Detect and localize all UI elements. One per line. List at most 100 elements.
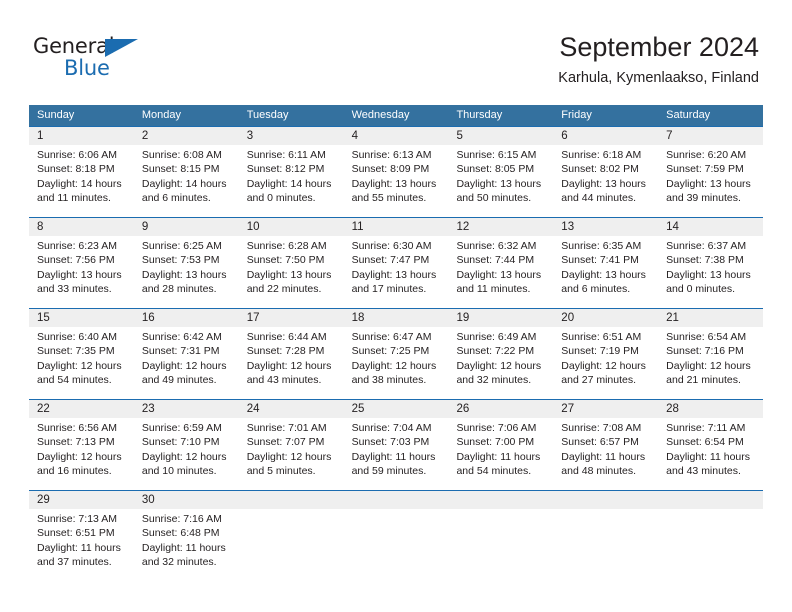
daylight-text-line1: Daylight: 13 hours bbox=[666, 268, 751, 281]
day-number: 17 bbox=[246, 312, 260, 324]
sunrise-text: Sunrise: 6:44 AM bbox=[246, 331, 327, 343]
daylight-text-line1: Daylight: 13 hours bbox=[561, 268, 646, 281]
day-cell[interactable]: 11 Sunrise: 6:30 AM Sunset: 7:47 PM Dayl… bbox=[344, 218, 449, 308]
day-cell[interactable]: 8 Sunrise: 6:23 AM Sunset: 7:56 PM Dayli… bbox=[29, 218, 134, 308]
daylight-text-line1: Daylight: 13 hours bbox=[37, 268, 122, 281]
sunset-text: Sunset: 8:18 PM bbox=[37, 163, 115, 176]
sunrise-text: Sunrise: 6:49 AM bbox=[456, 331, 537, 343]
daylight-text-line2: and 0 minutes. bbox=[666, 283, 736, 296]
day-cell[interactable]: 2 Sunrise: 6:08 AM Sunset: 8:15 PM Dayli… bbox=[134, 127, 239, 217]
day-cell[interactable]: 23 Sunrise: 6:59 AM Sunset: 7:10 PM Dayl… bbox=[134, 400, 239, 490]
day-cell[interactable]: 22 Sunrise: 6:56 AM Sunset: 7:13 PM Dayl… bbox=[29, 400, 134, 490]
week-row: 22 Sunrise: 6:56 AM Sunset: 7:13 PM Dayl… bbox=[29, 399, 763, 490]
sunrise-text: Sunrise: 6:11 AM bbox=[246, 149, 326, 161]
sunrise-text: Sunrise: 6:59 AM bbox=[141, 422, 222, 434]
day-number: 23 bbox=[141, 403, 155, 415]
day-info: Sunrise: 6:06 AM Sunset: 8:18 PM Dayligh… bbox=[37, 148, 130, 206]
day-number: 3 bbox=[246, 130, 254, 142]
sunset-text: Sunset: 8:09 PM bbox=[351, 163, 430, 176]
day-info: Sunrise: 6:54 AM Sunset: 7:16 PM Dayligh… bbox=[666, 330, 759, 388]
day-cell[interactable]: 12 Sunrise: 6:32 AM Sunset: 7:44 PM Dayl… bbox=[448, 218, 553, 308]
day-number: 24 bbox=[246, 403, 260, 415]
day-number: 13 bbox=[561, 221, 575, 233]
day-cell[interactable]: 9 Sunrise: 6:25 AM Sunset: 7:53 PM Dayli… bbox=[134, 218, 239, 308]
day-cell[interactable]: 29 Sunrise: 7:13 AM Sunset: 6:51 PM Dayl… bbox=[29, 491, 134, 581]
day-number: 1 bbox=[37, 130, 44, 142]
daylight-text-line1: Daylight: 12 hours bbox=[37, 450, 122, 463]
daylight-text-line2: and 43 minutes. bbox=[246, 374, 322, 387]
daylight-text-line2: and 10 minutes. bbox=[141, 465, 217, 478]
sunrise-text: Sunrise: 6:13 AM bbox=[351, 149, 432, 161]
day-cell[interactable]: 6 Sunrise: 6:18 AM Sunset: 8:02 PM Dayli… bbox=[553, 127, 658, 217]
day-cell[interactable]: 24 Sunrise: 7:01 AM Sunset: 7:07 PM Dayl… bbox=[239, 400, 344, 490]
day-number: 28 bbox=[666, 403, 679, 415]
daylight-text-line1: Daylight: 12 hours bbox=[456, 359, 542, 372]
day-cell[interactable]: 3 Sunrise: 6:11 AM Sunset: 8:12 PM Dayli… bbox=[239, 127, 344, 217]
day-cell[interactable]: 18 Sunrise: 6:47 AM Sunset: 7:25 PM Dayl… bbox=[344, 309, 449, 399]
sunrise-text: Sunrise: 7:06 AM bbox=[456, 422, 537, 434]
daylight-text-line2: and 28 minutes. bbox=[141, 283, 217, 296]
sunrise-text: Sunrise: 7:13 AM bbox=[37, 513, 117, 525]
daylight-text-line1: Daylight: 12 hours bbox=[141, 450, 227, 463]
sunrise-text: Sunrise: 6:23 AM bbox=[37, 240, 117, 252]
daylight-text-line1: Daylight: 11 hours bbox=[561, 450, 646, 463]
day-cell[interactable]: 15 Sunrise: 6:40 AM Sunset: 7:35 PM Dayl… bbox=[29, 309, 134, 399]
day-info: Sunrise: 6:15 AM Sunset: 8:05 PM Dayligh… bbox=[456, 148, 549, 206]
day-cell[interactable]: 26 Sunrise: 7:06 AM Sunset: 7:00 PM Dayl… bbox=[448, 400, 553, 490]
day-number: 26 bbox=[456, 403, 470, 415]
day-cell-empty bbox=[553, 491, 658, 581]
day-info: Sunrise: 6:49 AM Sunset: 7:22 PM Dayligh… bbox=[456, 330, 549, 388]
sunset-text: Sunset: 6:57 PM bbox=[561, 436, 639, 449]
sunrise-text: Sunrise: 6:40 AM bbox=[37, 331, 117, 343]
day-cell[interactable]: 30 Sunrise: 7:16 AM Sunset: 6:48 PM Dayl… bbox=[134, 491, 239, 581]
day-info: Sunrise: 6:35 AM Sunset: 7:41 PM Dayligh… bbox=[561, 239, 654, 297]
day-cell[interactable]: 27 Sunrise: 7:08 AM Sunset: 6:57 PM Dayl… bbox=[553, 400, 658, 490]
day-cell[interactable]: 20 Sunrise: 6:51 AM Sunset: 7:19 PM Dayl… bbox=[553, 309, 658, 399]
day-cell[interactable]: 4 Sunrise: 6:13 AM Sunset: 8:09 PM Dayli… bbox=[344, 127, 449, 217]
daylight-text-line1: Daylight: 11 hours bbox=[37, 541, 121, 554]
day-cell[interactable]: 16 Sunrise: 6:42 AM Sunset: 7:31 PM Dayl… bbox=[134, 309, 239, 399]
day-info: Sunrise: 7:13 AM Sunset: 6:51 PM Dayligh… bbox=[37, 512, 130, 570]
daylight-text-line1: Daylight: 14 hours bbox=[37, 177, 122, 190]
title-block: September 2024 Karhula, Kymenlaakso, Fin… bbox=[558, 30, 759, 88]
day-number: 11 bbox=[351, 221, 364, 233]
day-info: Sunrise: 7:01 AM Sunset: 7:07 PM Dayligh… bbox=[247, 421, 340, 479]
sunset-text: Sunset: 7:53 PM bbox=[141, 254, 220, 267]
daylight-text-line2: and 54 minutes. bbox=[37, 374, 112, 387]
weekday-header-wednesday: Wednesday bbox=[351, 109, 410, 121]
day-cell[interactable]: 25 Sunrise: 7:04 AM Sunset: 7:03 PM Dayl… bbox=[344, 400, 449, 490]
daylight-text-line2: and 59 minutes. bbox=[351, 465, 427, 478]
day-cell[interactable]: 28 Sunrise: 7:11 AM Sunset: 6:54 PM Dayl… bbox=[658, 400, 763, 490]
sunset-text: Sunset: 8:12 PM bbox=[246, 163, 325, 176]
day-cell[interactable]: 13 Sunrise: 6:35 AM Sunset: 7:41 PM Dayl… bbox=[553, 218, 658, 308]
day-info: Sunrise: 6:56 AM Sunset: 7:13 PM Dayligh… bbox=[37, 421, 130, 479]
daylight-text-line2: and 39 minutes. bbox=[666, 192, 741, 205]
daylight-text-line2: and 43 minutes. bbox=[666, 465, 741, 478]
sunset-text: Sunset: 7:56 PM bbox=[37, 254, 115, 267]
day-info: Sunrise: 6:37 AM Sunset: 7:38 PM Dayligh… bbox=[666, 239, 759, 297]
day-cell[interactable]: 5 Sunrise: 6:15 AM Sunset: 8:05 PM Dayli… bbox=[448, 127, 553, 217]
daylight-text-line2: and 48 minutes. bbox=[561, 465, 637, 478]
sunrise-text: Sunrise: 7:11 AM bbox=[666, 422, 746, 434]
day-number: 12 bbox=[456, 221, 470, 233]
general-blue-logo[interactable]: General Blue bbox=[33, 36, 163, 82]
sunrise-text: Sunrise: 6:54 AM bbox=[666, 331, 747, 343]
day-cell[interactable]: 19 Sunrise: 6:49 AM Sunset: 7:22 PM Dayl… bbox=[448, 309, 553, 399]
day-cell[interactable]: 10 Sunrise: 6:28 AM Sunset: 7:50 PM Dayl… bbox=[239, 218, 344, 308]
day-number: 21 bbox=[666, 312, 679, 324]
day-cell[interactable]: 14 Sunrise: 6:37 AM Sunset: 7:38 PM Dayl… bbox=[658, 218, 763, 308]
sunrise-text: Sunrise: 6:25 AM bbox=[141, 240, 222, 252]
daylight-text-line1: Daylight: 13 hours bbox=[456, 177, 542, 190]
day-cell[interactable]: 21 Sunrise: 6:54 AM Sunset: 7:16 PM Dayl… bbox=[658, 309, 763, 399]
day-number: 7 bbox=[666, 130, 673, 142]
daylight-text-line1: Daylight: 13 hours bbox=[246, 268, 332, 281]
day-cell[interactable]: 1 Sunrise: 6:06 AM Sunset: 8:18 PM Dayli… bbox=[29, 127, 134, 217]
page-subtitle-location: Karhula, Kymenlaakso, Finland bbox=[558, 70, 759, 86]
day-number: 10 bbox=[246, 221, 260, 233]
daylight-text-line1: Daylight: 11 hours bbox=[351, 450, 436, 463]
daylight-text-line1: Daylight: 14 hours bbox=[141, 177, 227, 190]
day-cell[interactable]: 7 Sunrise: 6:20 AM Sunset: 7:59 PM Dayli… bbox=[658, 127, 763, 217]
day-cell[interactable]: 17 Sunrise: 6:44 AM Sunset: 7:28 PM Dayl… bbox=[239, 309, 344, 399]
sunrise-text: Sunrise: 6:35 AM bbox=[561, 240, 642, 252]
sunrise-text: Sunrise: 6:37 AM bbox=[666, 240, 747, 252]
